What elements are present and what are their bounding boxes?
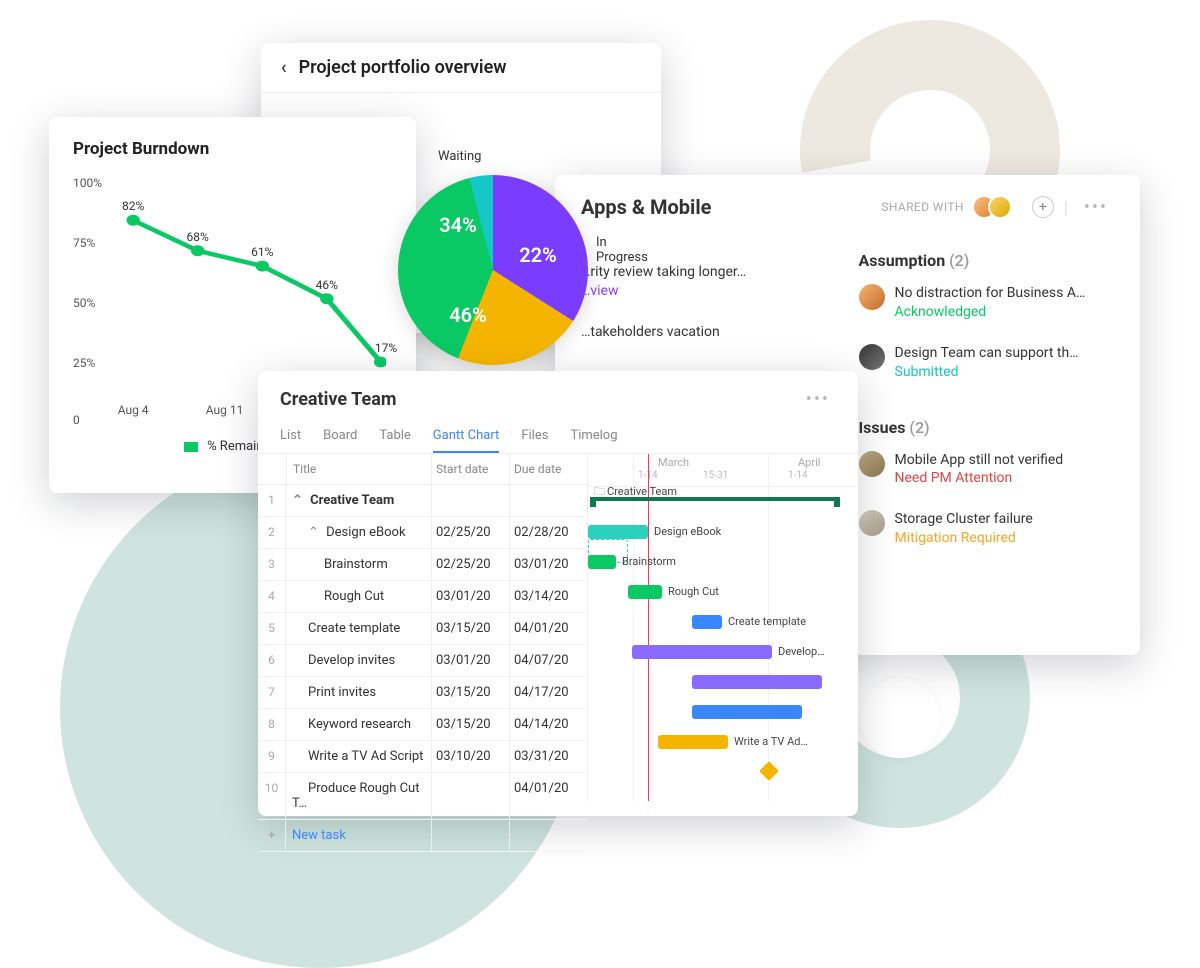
- list-item[interactable]: Storage Cluster failure Mitigation Requi…: [859, 510, 1115, 548]
- tab-board[interactable]: Board: [323, 420, 357, 453]
- tab-gantt[interactable]: Gantt Chart: [433, 420, 500, 453]
- assumption-title: Assumption: [859, 251, 946, 270]
- new-task-row[interactable]: + New task: [258, 820, 587, 852]
- status-badge: Need PM Attention: [895, 469, 1064, 488]
- list-item[interactable]: No distraction for Business A… Acknowled…: [859, 284, 1115, 322]
- table-row[interactable]: 1⌃ Creative Team: [258, 485, 587, 517]
- avatar-stack: [980, 195, 1012, 219]
- legend-swatch: [184, 442, 198, 452]
- tab-table[interactable]: Table: [379, 420, 410, 453]
- status-badge: Submitted: [895, 363, 1079, 382]
- add-share-button[interactable]: +: [1032, 196, 1054, 218]
- list-item[interactable]: Design Team can support th… Submitted: [859, 344, 1115, 382]
- avatar: [859, 451, 885, 477]
- col-title: Title: [286, 454, 431, 484]
- table-row[interactable]: 5Create template03/15/2004/01/20: [258, 613, 587, 645]
- assumption-column: Assumption (2) No distraction for Busine…: [859, 243, 1115, 570]
- table-row[interactable]: 3Brainstorm02/25/2003/01/20: [258, 549, 587, 581]
- col-due: Due date: [509, 454, 587, 484]
- status-badge: Mitigation Required: [895, 529, 1033, 548]
- gantt-timeline[interactable]: March April 1-14 15-31 1-14 🗀Creative Te…: [588, 454, 858, 801]
- shared-with-label: SHARED WITH: [881, 200, 964, 214]
- avatar: [859, 510, 885, 536]
- tab-timelog[interactable]: Timelog: [570, 420, 617, 453]
- tab-list[interactable]: List: [280, 420, 301, 453]
- gantt-table: Title Start date Due date 1⌃ Creative Te…: [258, 454, 588, 801]
- avatar[interactable]: [988, 195, 1012, 219]
- table-row[interactable]: 2⌃ Design eBook02/25/2002/28/20: [258, 517, 587, 549]
- folder-icon: 🗀: [594, 485, 605, 498]
- table-row[interactable]: 9Write a TV Ad Script03/10/2003/31/20: [258, 741, 587, 773]
- back-icon[interactable]: ‹: [281, 57, 287, 78]
- table-row[interactable]: 6Develop invites03/01/2004/07/20: [258, 645, 587, 677]
- burndown-title: Project Burndown: [73, 139, 392, 159]
- assumption-count: (2): [949, 251, 969, 270]
- portfolio-title: Project portfolio overview: [299, 57, 507, 78]
- avatar: [859, 284, 885, 310]
- table-row[interactable]: 7Print invites03/15/2004/17/20: [258, 677, 587, 709]
- pie-chart: Waiting In Progress Completed 34% 22% 46…: [378, 145, 658, 395]
- gantt-tabs: List Board Table Gantt Chart Files Timel…: [258, 414, 858, 454]
- more-menu-icon[interactable]: •••: [1078, 197, 1114, 218]
- tab-files[interactable]: Files: [521, 420, 548, 453]
- milestone-icon[interactable]: [759, 761, 779, 781]
- gantt-title: Creative Team: [280, 389, 396, 410]
- bg-shape: [860, 678, 940, 758]
- line-chart-points: [117, 181, 386, 399]
- table-row[interactable]: 8Keyword research03/15/2004/14/20: [258, 709, 587, 741]
- status-badge: Acknowledged: [895, 303, 1086, 322]
- issues-title: Issues: [859, 418, 906, 437]
- col-start: Start date: [431, 454, 509, 484]
- avatar: [859, 344, 885, 370]
- more-menu-icon[interactable]: •••: [800, 389, 836, 410]
- issues-count: (2): [909, 418, 929, 437]
- table-row[interactable]: 10Produce Rough Cut T…04/01/20: [258, 773, 587, 820]
- gantt-card: Creative Team ••• List Board Table Gantt…: [258, 371, 858, 816]
- list-item[interactable]: Mobile App still not verified Need PM At…: [859, 451, 1115, 489]
- table-row[interactable]: 4Rough Cut03/01/2003/14/20: [258, 581, 587, 613]
